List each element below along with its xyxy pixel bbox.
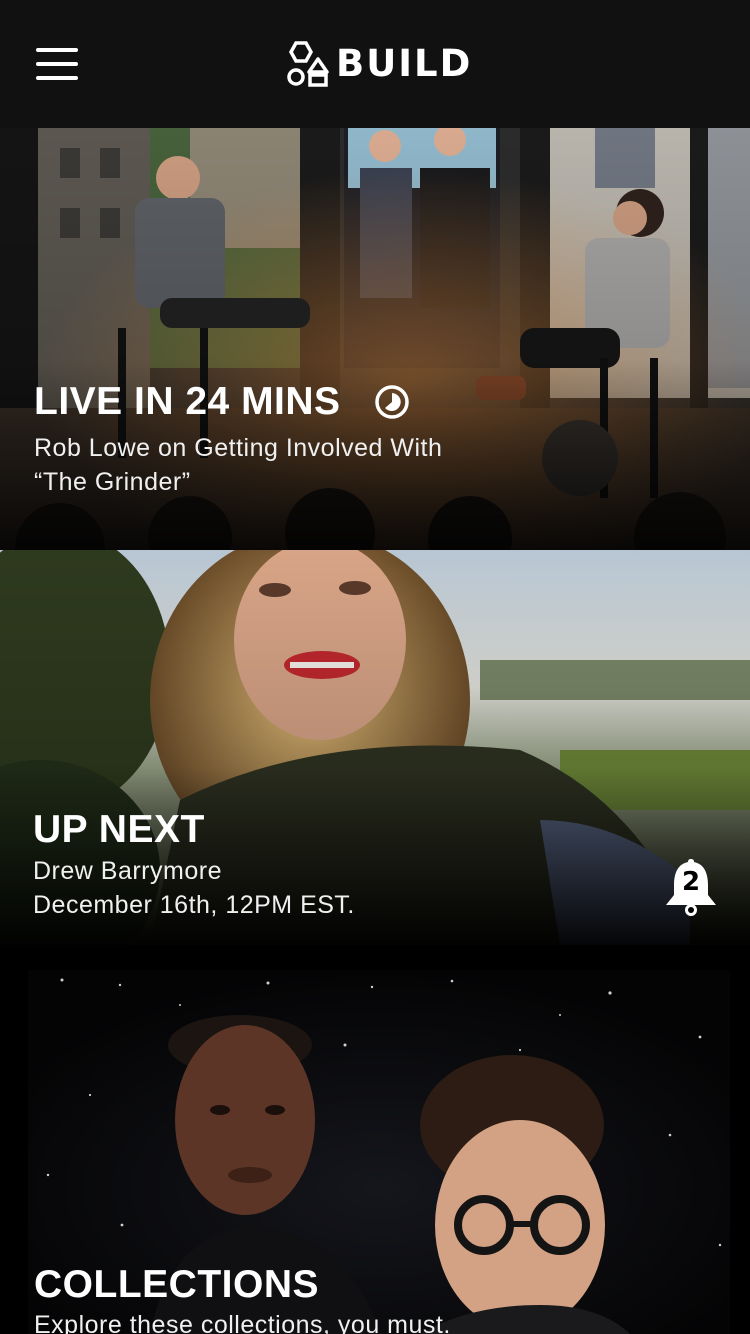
- build-shapes-logo-icon: [287, 41, 329, 87]
- app-header: BUILD: [0, 0, 750, 128]
- live-status-title: LIVE IN 24 MINS: [34, 380, 341, 423]
- up-next-guest: Drew Barrymore: [33, 857, 222, 885]
- reminder-button[interactable]: 2: [662, 855, 720, 917]
- up-next-card[interactable]: UP NEXT Drew Barrymore December 16th, 12…: [0, 550, 750, 945]
- up-next-datetime: December 16th, 12PM EST.: [33, 891, 355, 919]
- collections-card[interactable]: COLLECTIONS Explore these collections, y…: [0, 945, 750, 1334]
- build-logo[interactable]: BUILD: [286, 40, 472, 88]
- live-event-description: Rob Lowe on Getting Involved With “The G…: [34, 431, 442, 499]
- live-event-card[interactable]: LIVE IN 24 MINS Rob Lowe on Getting Invo…: [0, 128, 750, 550]
- reminder-count-badge: 2: [681, 867, 701, 897]
- up-next-details: Drew Barrymore December 16th, 12PM EST.: [33, 854, 355, 922]
- collections-description: Explore these collections, you must.: [34, 1311, 451, 1334]
- brand-name: BUILD: [336, 42, 473, 85]
- live-event-description-line2: “The Grinder”: [34, 468, 191, 496]
- live-event-description-line1: Rob Lowe on Getting Involved With: [34, 434, 443, 462]
- countdown-clock-icon: [375, 385, 409, 419]
- collections-title: COLLECTIONS: [34, 1263, 319, 1306]
- hamburger-menu-icon[interactable]: [36, 48, 78, 82]
- up-next-title: UP NEXT: [33, 808, 205, 851]
